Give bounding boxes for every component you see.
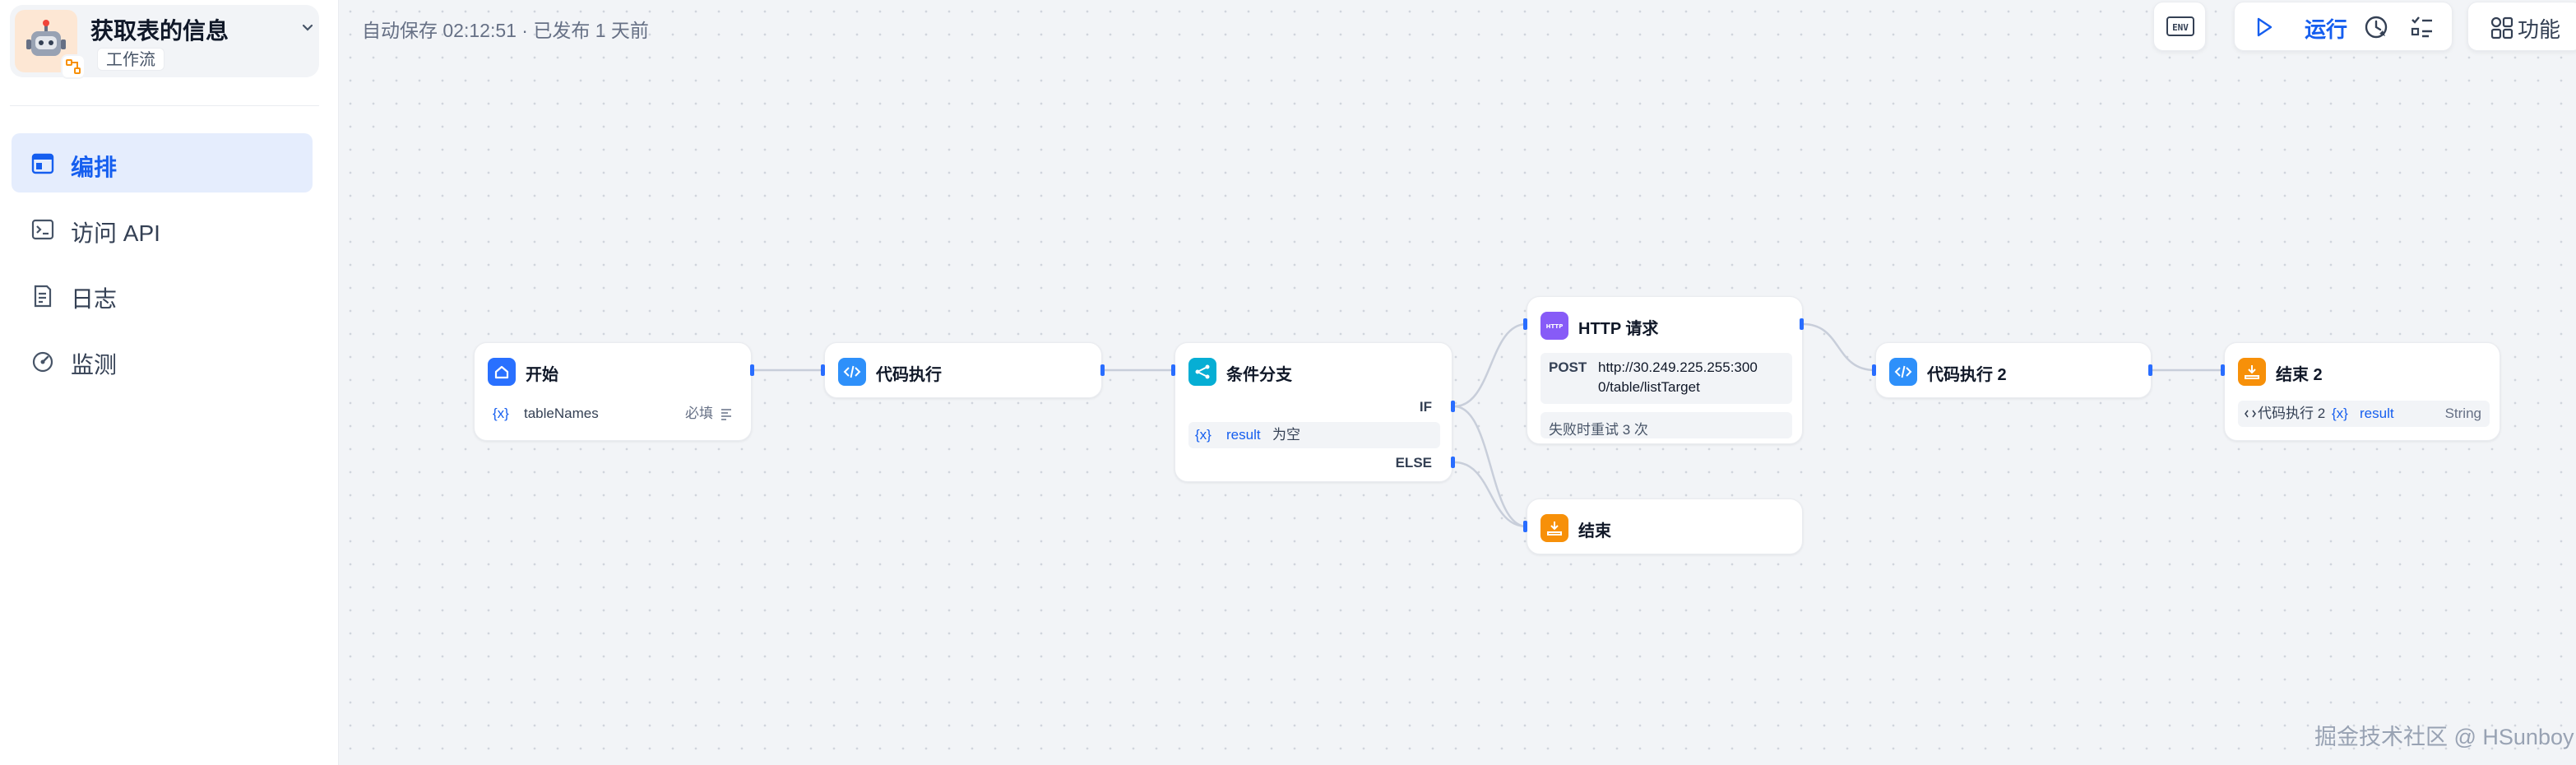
svg-text:HTTP: HTTP [1546,323,1564,330]
start-variable-row: {x} tableNames 必填 [488,401,739,427]
code-icon [1889,358,1917,386]
retry-text: 失败时重试 3 次 [1549,422,1648,438]
code-icon [838,358,866,386]
output-handle[interactable] [1800,318,1804,330]
node-end-2[interactable]: 结束 2 代码执行 2 {x} result String [2224,342,2500,441]
node-end-1[interactable]: 结束 [1527,498,1803,554]
branch-icon [1188,358,1216,386]
node-title: 代码执行 2 [1927,366,2007,384]
node-title: 开始 [526,366,558,384]
end-icon [2238,358,2266,386]
code-icon [2245,410,2256,418]
http-method: POST [1549,359,1587,375]
required-label: 必填 [685,406,713,421]
variable-icon: {x} [1195,427,1212,443]
source-node-name: 代码执行 2 [2258,406,2326,421]
output-type: String [2444,406,2481,421]
input-handle[interactable] [2221,364,2225,376]
condition-row: {x} result 为空 [1188,422,1440,448]
condition-operator: 为空 [1272,427,1300,443]
text-type-icon [721,409,731,420]
node-if-else[interactable]: 条件分支 IF {x} result 为空 ELSE [1174,342,1452,482]
output-handle[interactable] [1100,364,1105,376]
node-title: 条件分支 [1226,366,1292,384]
input-handle[interactable] [1171,364,1175,376]
edge-if-http [1453,322,1527,408]
node-http-request[interactable]: HTTP HTTP 请求 POST http://30.249.225.255:… [1527,296,1803,444]
retry-row: 失败时重试 3 次 [1541,412,1792,438]
edge-http-code2 [1802,322,1876,372]
output-handle[interactable] [750,364,754,376]
if-label: IF [1419,399,1432,415]
http-request-box: POST http://30.249.225.255:300 0/table/l… [1541,353,1792,404]
node-code-1[interactable]: 代码执行 [824,342,1102,398]
node-code-2[interactable]: 代码执行 2 [1875,342,2152,398]
else-label: ELSE [1395,455,1432,471]
node-title: HTTP 请求 [1578,320,1659,338]
edge-if-end1 [1453,405,1527,528]
input-handle[interactable] [1523,318,1527,330]
else-handle[interactable] [1451,457,1455,468]
http-icon: HTTP [1541,312,1568,340]
variable-name: tableNames [524,406,599,421]
node-title: 代码执行 [876,366,942,384]
watermark: 掘金技术社区 @ HSunboy [2314,725,2574,749]
node-title: 结束 [1578,522,1611,540]
home-icon [488,358,516,386]
node-start[interactable]: 开始 {x} tableNames 必填 [474,342,752,441]
edge-else-end1 [1453,461,1527,528]
output-handle[interactable] [2148,364,2152,376]
http-url-line-2: 0/table/listTarget [1598,379,1700,395]
end-icon [1541,514,1568,542]
variable-icon: {x} [2332,406,2348,421]
input-handle[interactable] [821,364,825,376]
condition-variable: result [1226,427,1261,443]
if-handle[interactable] [1451,401,1455,412]
variable-icon: {x} [493,406,509,421]
http-url-line-1: http://30.249.225.255:300 [1598,359,1758,375]
output-variable-row: 代码执行 2 {x} result String [2238,401,2490,427]
output-variable: result [2360,406,2394,421]
input-handle[interactable] [1872,364,1876,376]
node-title: 结束 2 [2276,366,2323,384]
input-handle[interactable] [1523,521,1527,532]
